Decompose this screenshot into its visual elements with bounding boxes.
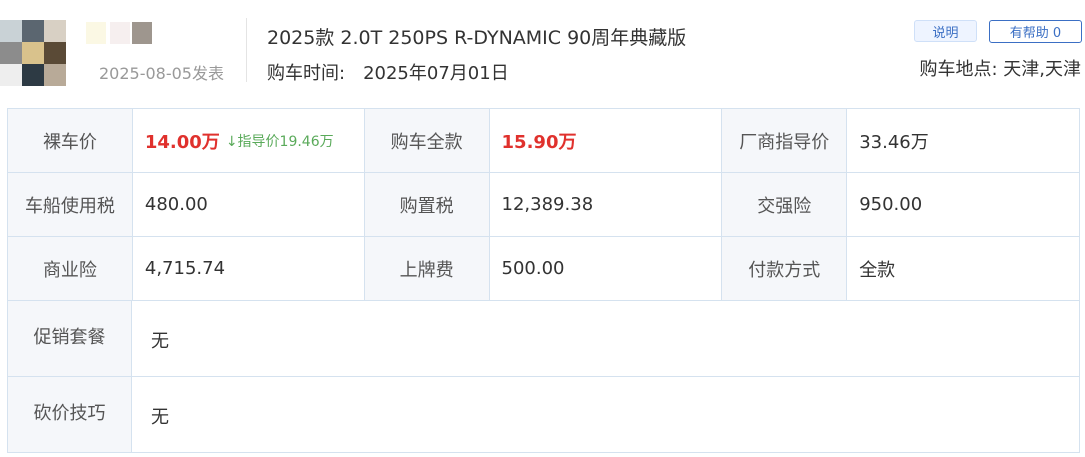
helpful-button[interactable]: 有帮助 0 xyxy=(989,20,1082,43)
value-payment-method: 全款 xyxy=(847,237,1080,300)
label-msrp: 厂商指导价 xyxy=(722,109,848,172)
buy-time-label: 购车时间: xyxy=(267,63,346,84)
post-date: 2025-08-05发表 xyxy=(99,64,224,83)
label-commercial-insurance: 商业险 xyxy=(8,237,133,300)
label-full-price: 购车全款 xyxy=(364,109,490,172)
buy-place: 购车地点: 天津,天津 xyxy=(919,59,1081,80)
value-compulsory-insurance: 950.00 xyxy=(847,173,1080,236)
value-vehicle-tax: 480.00 xyxy=(133,173,365,236)
value-bargain-tips: 无 xyxy=(132,377,1080,452)
username-blurred[interactable] xyxy=(86,22,156,44)
car-model-title[interactable]: 2025款 2.0T 250PS R-DYNAMIC 90周年典藏版 xyxy=(267,23,686,50)
value-plate-fee: 500.00 xyxy=(490,237,723,300)
buy-time-value: 2025年07月01日 xyxy=(363,63,509,84)
header-divider xyxy=(246,18,247,82)
label-bare-price: 裸车价 xyxy=(8,109,133,172)
label-bargain-tips: 砍价技巧 xyxy=(8,377,132,452)
table-row: 砍价技巧 无 xyxy=(8,377,1080,453)
label-vehicle-tax: 车船使用税 xyxy=(8,173,133,236)
value-full-price: 15.90万 xyxy=(490,109,723,172)
table-row: 商业险 4,715.74 上牌费 500.00 付款方式 全款 xyxy=(8,237,1080,301)
value-msrp: 33.46万 xyxy=(847,109,1080,172)
full-price-amount: 15.90万 xyxy=(501,131,577,153)
label-promotion: 促销套餐 xyxy=(8,301,132,376)
review-header: 2025-08-05发表 2025款 2.0T 250PS R-DYNAMIC … xyxy=(0,0,1085,100)
label-purchase-tax: 购置税 xyxy=(364,173,490,236)
table-row: 促销套餐 无 xyxy=(8,301,1080,377)
value-bare-price: 14.00万 ↓指导价19.46万 xyxy=(133,109,365,172)
table-row: 车船使用税 480.00 购置税 12,389.38 交强险 950.00 xyxy=(8,173,1080,237)
price-table: 裸车价 14.00万 ↓指导价19.46万 购车全款 15.90万 厂商指导价 … xyxy=(7,108,1080,453)
guide-price-note: ↓指导价19.46万 xyxy=(225,133,334,150)
avatar[interactable] xyxy=(0,20,68,88)
value-promotion: 无 xyxy=(132,301,1080,376)
table-row: 裸车价 14.00万 ↓指导价19.46万 购车全款 15.90万 厂商指导价 … xyxy=(8,109,1080,173)
buy-time: 购车时间: 2025年07月01日 xyxy=(267,59,509,85)
label-payment-method: 付款方式 xyxy=(722,237,848,300)
explain-button[interactable]: 说明 xyxy=(914,20,977,42)
bare-price-amount: 14.00万 xyxy=(144,131,220,153)
label-compulsory-insurance: 交强险 xyxy=(722,173,848,236)
label-plate-fee: 上牌费 xyxy=(364,237,490,300)
value-purchase-tax: 12,389.38 xyxy=(490,173,723,236)
value-commercial-insurance: 4,715.74 xyxy=(133,237,365,300)
